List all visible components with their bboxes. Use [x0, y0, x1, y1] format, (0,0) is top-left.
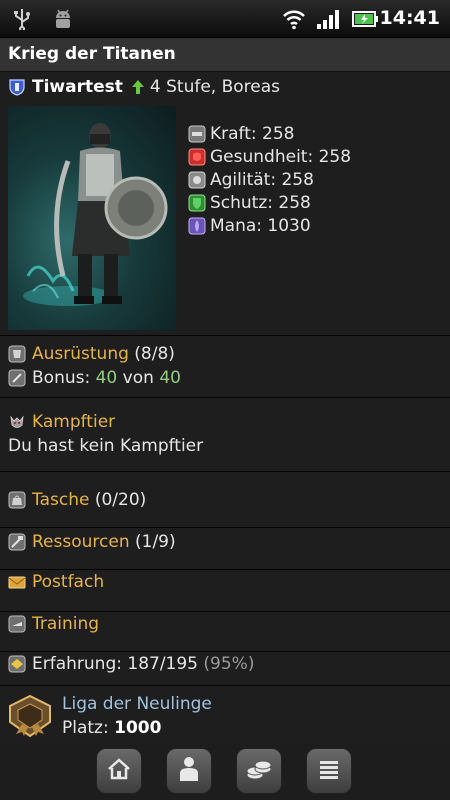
place-label: Platz: — [62, 718, 109, 738]
hero-level: 4 Stufe, Boreas — [149, 77, 281, 97]
character-button[interactable] — [166, 748, 212, 794]
resources-count: (1/9) — [135, 532, 176, 552]
bonus-value: 40 — [95, 368, 118, 388]
bonus-label: Bonus: — [32, 368, 91, 388]
experience-value: 187/195 — [127, 654, 198, 674]
mana-icon — [188, 217, 206, 235]
character-icon — [177, 756, 201, 786]
protection-icon — [188, 194, 206, 212]
equipment-section[interactable]: Ausrüstung (8/8) Bonus: 40 von 40 — [0, 336, 450, 398]
hero-stats: Kraft: 258 Gesundheit: 258 Agilität: 258… — [188, 122, 351, 237]
resources-icon — [8, 533, 26, 551]
experience-section: Erfahrung: 187/195 (95%) — [0, 652, 450, 686]
training-link[interactable]: Training — [32, 614, 99, 634]
bonus-max: 40 — [159, 368, 181, 388]
bag-icon — [8, 491, 26, 509]
usb-icon — [12, 8, 32, 34]
stat-health: Gesundheit: 258 — [188, 145, 351, 168]
signal-icon — [316, 8, 342, 34]
equipment-link[interactable]: Ausrüstung — [32, 344, 129, 364]
battery-icon — [352, 8, 380, 34]
hero-name: Tiwartest — [32, 77, 123, 97]
coins-icon — [245, 757, 273, 785]
menu-icon — [318, 758, 340, 784]
level-up-arrow-icon — [131, 79, 145, 95]
league-emblem-icon — [8, 694, 52, 742]
pet-section[interactable]: Kampftier Du hast kein Kampftier — [0, 398, 450, 472]
pet-icon — [8, 413, 26, 431]
strength-icon — [188, 125, 206, 143]
agility-icon — [188, 171, 206, 189]
experience-icon — [8, 655, 26, 673]
league-section[interactable]: Liga der Neulinge Platz: 1000 — [0, 686, 450, 742]
hero-section: Tiwartest 4 Stufe, Boreas Kraft: 258 Ges… — [0, 72, 450, 336]
stat-protection: Schutz: 258 — [188, 191, 351, 214]
resources-section[interactable]: Ressourcen (1/9) — [0, 528, 450, 570]
experience-label: Erfahrung: — [32, 654, 122, 674]
hero-header: Tiwartest 4 Stufe, Boreas — [8, 77, 280, 97]
resources-link[interactable]: Ressourcen — [32, 532, 130, 552]
bottom-navigation — [0, 742, 450, 800]
profile-content: Tiwartest 4 Stufe, Boreas Kraft: 258 Ges… — [0, 72, 450, 800]
mail-section[interactable]: Postfach — [0, 570, 450, 612]
coins-button[interactable] — [236, 748, 282, 794]
mail-icon — [8, 573, 26, 591]
faction-shield-icon — [8, 78, 26, 96]
android-debug-icon — [52, 8, 74, 34]
hero-avatar[interactable] — [8, 106, 176, 330]
stat-agility: Agilität: 258 — [188, 168, 351, 191]
wifi-icon — [282, 8, 306, 34]
training-icon — [8, 615, 26, 633]
league-name: Liga der Neulinge — [62, 694, 212, 714]
pet-status: Du hast kein Kampftier — [8, 436, 204, 456]
home-icon — [107, 758, 131, 784]
equipment-count: (8/8) — [134, 344, 175, 364]
status-bar: 14:41 — [0, 0, 450, 38]
health-icon — [188, 148, 206, 166]
menu-button[interactable] — [306, 748, 352, 794]
bag-count: (0/20) — [94, 490, 147, 510]
bag-link[interactable]: Tasche — [32, 490, 89, 510]
app-title: Krieg der Titanen — [0, 38, 450, 72]
mail-link[interactable]: Postfach — [32, 572, 104, 592]
sword-icon — [8, 369, 26, 387]
place-value: 1000 — [114, 718, 162, 738]
clock: 14:41 — [379, 7, 440, 29]
stat-mana: Mana: 1030 — [188, 214, 351, 237]
experience-percent: (95%) — [203, 654, 255, 674]
training-section[interactable]: Training — [0, 612, 450, 652]
home-button[interactable] — [96, 748, 142, 794]
armor-icon — [8, 345, 26, 363]
bag-section[interactable]: Tasche (0/20) — [0, 472, 450, 528]
stat-strength: Kraft: 258 — [188, 122, 351, 145]
warrior-figure-icon — [23, 123, 168, 306]
pet-link[interactable]: Kampftier — [32, 412, 115, 432]
